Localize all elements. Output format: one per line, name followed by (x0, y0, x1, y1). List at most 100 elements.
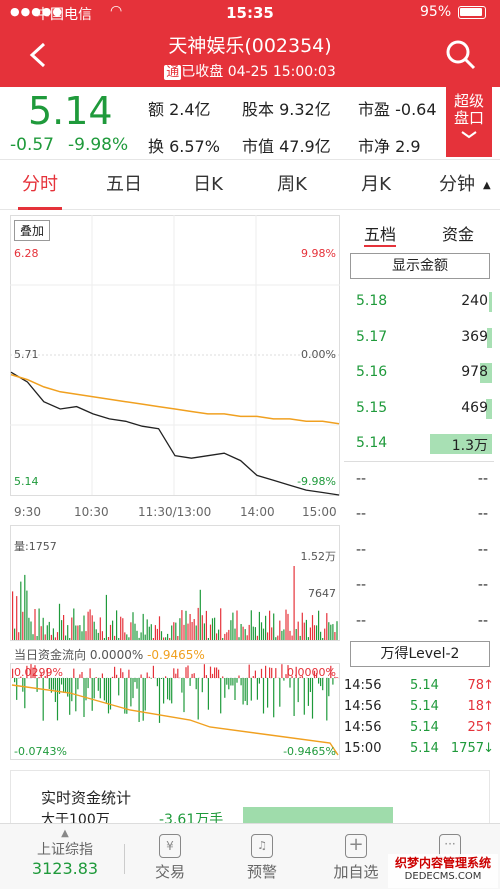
flow-bar (307, 678, 309, 706)
tab-minute[interactable]: 分钟 (432, 160, 482, 210)
flow-bar (207, 678, 209, 710)
quote-summary: 5.14 -0.57 -9.98% 额 2.4亿 股本 9.32亿 市盈 -0.… (0, 87, 500, 160)
flow-bar (160, 678, 163, 679)
volume-bar (238, 637, 240, 640)
flow-bar (260, 668, 263, 678)
flow-bar (87, 678, 89, 689)
index-value: 3123.83 (31, 859, 99, 878)
tab-five-day[interactable]: 五日 (96, 160, 152, 210)
super-label-2: 盘口 (453, 109, 484, 127)
flow-bar (24, 678, 26, 709)
volume-bar (171, 625, 173, 640)
volume-bar (85, 631, 87, 640)
overlay-button[interactable]: 叠加 (14, 220, 51, 241)
tab-intraday[interactable]: 分时 (12, 160, 68, 210)
flow-bar (248, 664, 250, 678)
tick-price: 5.14 (410, 678, 439, 693)
tick-volume: 78 (467, 678, 484, 693)
volume-bar (236, 610, 238, 640)
tick-direction-icon: ↑ (483, 699, 494, 714)
volume-bar (250, 610, 252, 640)
volume-bar (89, 609, 91, 640)
tab-daily-k[interactable]: 日K (180, 160, 236, 210)
trade-label: 交易 (154, 863, 185, 881)
volume-bar (22, 611, 24, 640)
volume-bar (112, 620, 114, 640)
volume-bar (101, 631, 103, 640)
flow-bar (165, 676, 167, 678)
last-price: 5.14 (28, 89, 113, 133)
level2-button[interactable]: 万得Level-2 (350, 641, 490, 667)
flow-bar (238, 675, 240, 678)
show-amount-button[interactable]: 显示金额 (350, 253, 490, 279)
volume-bar (262, 628, 265, 640)
flow-bar (81, 672, 83, 678)
flow-bar (169, 678, 171, 701)
tick-time: 15:00 (344, 741, 382, 756)
flow-bar (134, 678, 136, 683)
flow-bar (105, 678, 107, 703)
tick-price: 5.14 (410, 741, 439, 756)
tab-five-level[interactable]: 五档 (364, 221, 396, 247)
volume-bar (152, 638, 154, 640)
flow-bar (48, 678, 50, 689)
intraday-chart[interactable]: 叠加 6.28 5.71 5.14 9.98% 0.00% -9.98% 9:3… (10, 215, 340, 760)
volume-bar (38, 608, 40, 640)
level-price: 5.15 (356, 399, 388, 416)
level-volume: 978 (461, 364, 488, 380)
volume-bar (177, 636, 179, 640)
volume-bar (118, 638, 120, 640)
tick-price: 5.14 (410, 720, 439, 735)
time-label-3: 11:30/13:00 (138, 505, 212, 519)
volume-bar (273, 613, 275, 640)
flow-bar (152, 665, 154, 678)
tab-monthly-k[interactable]: 月K (348, 160, 404, 210)
volume-bar (95, 629, 97, 640)
realtime-fund-stats[interactable]: 实时资金统计 大于100万 -3.61万手 (10, 770, 490, 830)
volume-bar (146, 619, 148, 640)
watermark-text: 织梦内容管理系统 (394, 856, 491, 870)
period-tabs: 分时 五日 日K 周K 月K 分钟 ▲ (0, 160, 500, 210)
tab-fund[interactable]: 资金 (442, 221, 474, 245)
pct-mid-label: 0.00% (301, 348, 336, 361)
add-watchlist-button[interactable]: + 加自选 (326, 824, 386, 889)
volume-bar (52, 628, 54, 640)
index-ticker[interactable]: ▲ 上证综指 3123.83 (10, 824, 120, 889)
volume-bar (14, 628, 16, 640)
orderbook-level: -- -- (344, 461, 494, 497)
stat-pb: 市净 2.9 (358, 137, 421, 156)
volume-bar (173, 622, 175, 640)
volume-bar (313, 625, 316, 640)
trade-button[interactable]: ¥ 交易 (140, 824, 200, 889)
volume-bar (328, 622, 330, 640)
stats-title: 实时资金统计 (41, 789, 132, 807)
pct-low-label: -9.98% (297, 475, 336, 488)
search-button[interactable] (445, 39, 477, 71)
volume-bar (142, 613, 144, 640)
volume-mid-label: 7647 (308, 587, 336, 600)
flow-bar (77, 678, 79, 690)
volume-bar (122, 618, 124, 640)
flow-top-left: 0.0299% (14, 666, 63, 679)
flow-bar (232, 678, 234, 686)
flow-bar (187, 665, 189, 678)
volume-bar (42, 617, 44, 640)
level-price: -- (356, 577, 367, 593)
flow-bar (136, 678, 138, 689)
level-volume: -- (477, 577, 488, 593)
volume-bar (303, 622, 305, 640)
volume-bar (230, 620, 232, 640)
flow-bar (279, 678, 281, 707)
volume-bar (67, 625, 69, 640)
alert-button[interactable]: ♫ 预警 (232, 824, 292, 889)
volume-bar (63, 615, 65, 640)
level-volume: 469 (461, 399, 488, 416)
tab-weekly-k[interactable]: 周K (264, 160, 320, 210)
alert-label: 预警 (246, 863, 277, 881)
flow-bar (269, 667, 271, 678)
super-orderbook-button[interactable]: 超级 盘口 (446, 87, 492, 157)
volume-bar (287, 613, 289, 640)
volume-bar (187, 623, 189, 640)
flow-bar (118, 678, 120, 696)
volume-bar (224, 633, 226, 640)
